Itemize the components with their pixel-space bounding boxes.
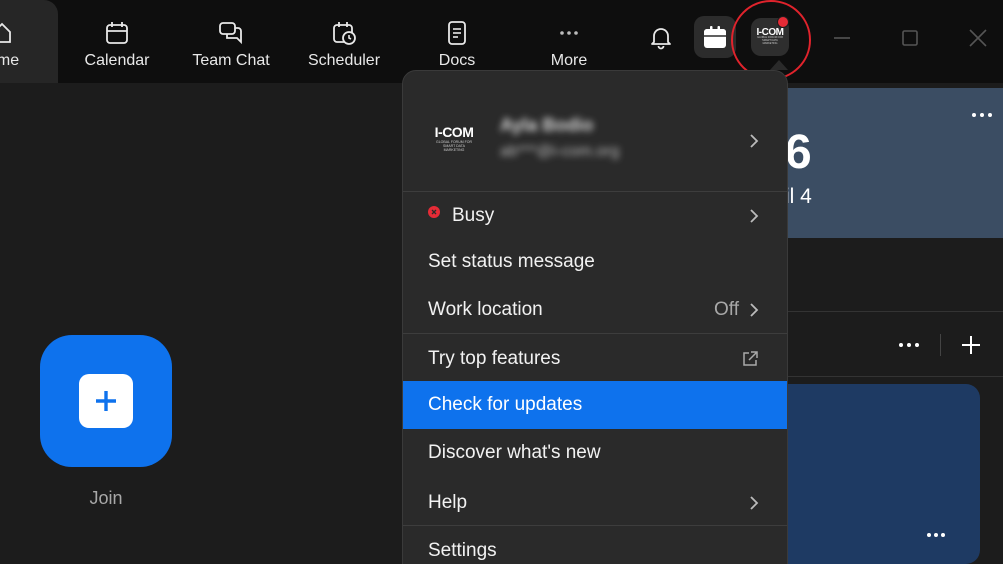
help-label: Help xyxy=(428,492,468,513)
date-text: il 4 xyxy=(785,185,812,208)
nav-docs-label: Docs xyxy=(438,52,476,69)
date-card-more-icon[interactable] xyxy=(970,110,994,120)
menu-pointer xyxy=(770,60,788,70)
nav-scheduler-label: Scheduler xyxy=(307,52,381,69)
work-location-value: Off xyxy=(714,299,739,320)
menu-separator xyxy=(403,525,787,526)
panel-divider-2 xyxy=(787,376,1003,377)
bell-icon xyxy=(651,28,671,50)
nav-calendar-label: Calendar xyxy=(84,52,150,69)
try-features-label: Try top features xyxy=(428,348,561,369)
close-icon[interactable] xyxy=(966,26,990,50)
status-chevron-wrap xyxy=(749,208,759,224)
panel-divider xyxy=(787,311,1003,312)
work-location-right: Off xyxy=(714,299,759,321)
external-link-icon xyxy=(743,351,758,366)
menu-item-work-location[interactable]: Work location Off xyxy=(403,286,787,334)
docs-icon xyxy=(448,21,466,45)
status-label: Busy xyxy=(452,205,495,226)
plus-icon xyxy=(96,391,116,411)
help-chevron-wrap xyxy=(749,495,759,511)
menu-item-status[interactable]: Busy xyxy=(403,192,787,240)
join-button[interactable] xyxy=(40,335,172,467)
home-icon xyxy=(0,22,11,43)
busy-status-icon xyxy=(428,206,440,218)
nav-home[interactable]: ome xyxy=(0,0,58,83)
settings-label: Settings xyxy=(428,540,497,561)
join-label: Join xyxy=(89,488,123,508)
set-status-label: Set status message xyxy=(428,251,595,272)
scheduler-icon xyxy=(333,22,356,45)
nav-calendar[interactable]: Calendar xyxy=(83,0,151,83)
whats-new-button[interactable] xyxy=(694,16,736,58)
try-features-right xyxy=(741,350,759,368)
chevron-right-icon xyxy=(750,209,759,223)
nav-more-label: More xyxy=(550,52,588,69)
plus-icon-box xyxy=(79,374,133,428)
menu-item-help[interactable]: Help xyxy=(403,479,787,527)
toolbar-separator xyxy=(940,334,941,356)
menu-item-discover[interactable]: Discover what's new xyxy=(403,429,787,477)
status-badge xyxy=(777,16,789,28)
profile-section[interactable]: I-COM GLOBAL FORUM FOR SMART DATA MARKET… xyxy=(403,71,787,191)
minimize-icon[interactable] xyxy=(830,26,854,50)
menu-item-try-features[interactable]: Try top features xyxy=(403,335,787,383)
calendar-gift-icon xyxy=(704,26,726,48)
chat-icon xyxy=(219,22,242,45)
menu-separator xyxy=(403,333,787,334)
menu-item-settings[interactable]: Settings xyxy=(403,527,787,564)
chevron-right-icon xyxy=(750,303,759,317)
chevron-right-icon xyxy=(750,134,759,148)
profile-name: Ayla Bodio xyxy=(500,115,594,135)
notifications-button[interactable] xyxy=(640,16,682,58)
profile-menu: I-COM GLOBAL FORUM FOR SMART DATA MARKET… xyxy=(402,70,788,564)
work-location-label: Work location xyxy=(428,299,543,320)
menu-item-set-status[interactable]: Set status message xyxy=(403,238,787,286)
meeting-card[interactable] xyxy=(760,384,980,564)
chevron-right-icon xyxy=(750,496,759,510)
nav-team-chat[interactable]: Team Chat xyxy=(188,0,274,83)
toolbar-more-icon[interactable] xyxy=(897,340,921,350)
more-horizontal-icon xyxy=(560,31,578,35)
check-updates-label: Check for updates xyxy=(428,394,583,415)
maximize-icon[interactable] xyxy=(898,26,922,50)
profile-email: ab***@i-com.org xyxy=(500,143,620,160)
meeting-card-more-icon[interactable] xyxy=(925,530,947,540)
calendar-icon xyxy=(106,22,128,44)
avatar-logo: I-COM GLOBAL FORUM FOR SMART DATA MARKET… xyxy=(756,27,784,46)
org-logo: I-COM GLOBAL FORUM FOR SMART DATA MARKET… xyxy=(434,124,474,152)
discover-label: Discover what's new xyxy=(428,442,601,463)
menu-item-check-updates[interactable]: Check for updates xyxy=(403,381,787,429)
nav-team-chat-label: Team Chat xyxy=(192,52,270,69)
date-number: 6 xyxy=(785,126,812,179)
nav-scheduler[interactable]: Scheduler xyxy=(304,0,384,83)
nav-home-label: ome xyxy=(0,52,20,69)
add-icon[interactable] xyxy=(960,334,982,356)
